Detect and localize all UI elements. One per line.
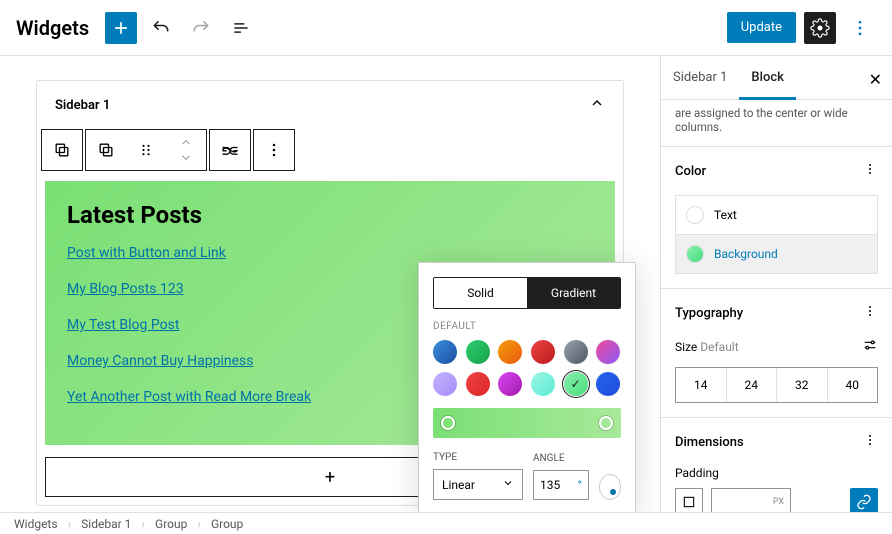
padding-sides-button[interactable]: [675, 488, 703, 512]
post-link[interactable]: Post with Button and Link: [67, 245, 593, 261]
padding-label: Padding: [675, 466, 878, 480]
gradient-swatch[interactable]: [564, 372, 588, 396]
gradient-swatch[interactable]: [498, 340, 522, 364]
page-title: Widgets: [16, 16, 89, 40]
padding-input[interactable]: PX: [711, 488, 791, 512]
dimensions-panel-title: Dimensions: [675, 435, 744, 450]
gradient-tab[interactable]: Gradient: [527, 278, 620, 308]
list-view-button[interactable]: [225, 12, 257, 44]
close-sidebar-button[interactable]: ✕: [869, 70, 882, 89]
more-icon[interactable]: [862, 161, 878, 181]
widget-area-title: Sidebar 1: [55, 98, 110, 113]
settings-button[interactable]: [804, 12, 836, 44]
more-icon[interactable]: [862, 303, 878, 323]
move-up-down-button[interactable]: [166, 130, 206, 170]
block-heading: Latest Posts: [67, 201, 593, 229]
solid-tab[interactable]: Solid: [434, 278, 527, 308]
tab-sidebar[interactable]: Sidebar 1: [661, 56, 739, 99]
link-sides-button[interactable]: [850, 488, 878, 512]
gradient-swatch[interactable]: [466, 372, 490, 396]
swatch-group-label: DEFAULT: [433, 321, 621, 332]
typography-panel-title: Typography: [675, 306, 743, 321]
text-color-row[interactable]: Text: [675, 195, 878, 235]
color-popover: Solid Gradient DEFAULT TYPE Linear ANGLE…: [418, 262, 636, 512]
font-size-option[interactable]: 14: [676, 368, 726, 402]
gradient-swatch[interactable]: [498, 372, 522, 396]
block-description: are assigned to the center or wide colum…: [661, 100, 892, 147]
color-indicator: [686, 206, 704, 224]
group-parent-button[interactable]: [86, 130, 126, 170]
gradient-swatch[interactable]: [531, 372, 555, 396]
breadcrumb-item[interactable]: Widgets: [14, 517, 58, 531]
breadcrumb: Widgets› Sidebar 1› Group› Group: [0, 512, 892, 534]
gradient-swatch[interactable]: [596, 372, 620, 396]
font-size-option[interactable]: 32: [776, 368, 827, 402]
more-button[interactable]: [254, 130, 294, 170]
gradient-swatch[interactable]: [531, 340, 555, 364]
update-button[interactable]: Update: [727, 12, 796, 43]
align-button[interactable]: [210, 130, 250, 170]
color-indicator: [686, 245, 704, 263]
gradient-stop-end[interactable]: [599, 416, 613, 430]
gradient-swatch[interactable]: [596, 340, 620, 364]
drag-handle[interactable]: [126, 130, 166, 170]
chevron-up-icon[interactable]: [589, 95, 605, 115]
gradient-swatch[interactable]: [433, 340, 457, 364]
font-size-option[interactable]: 24: [726, 368, 777, 402]
options-button[interactable]: [844, 12, 876, 44]
redo-button[interactable]: [185, 12, 217, 44]
angle-picker[interactable]: [599, 474, 621, 500]
angle-label: ANGLE: [533, 453, 589, 464]
font-size-option[interactable]: 40: [827, 368, 878, 402]
gradient-type-select[interactable]: Linear: [433, 469, 523, 500]
gradient-swatch[interactable]: [564, 340, 588, 364]
undo-button[interactable]: [145, 12, 177, 44]
color-panel-title: Color: [675, 164, 706, 179]
block-type-button[interactable]: [42, 130, 82, 170]
tab-block[interactable]: Block: [739, 56, 795, 100]
gradient-swatch[interactable]: [433, 372, 457, 396]
gradient-stop-start[interactable]: [441, 416, 455, 430]
breadcrumb-item[interactable]: Sidebar 1: [81, 517, 131, 531]
breadcrumb-item[interactable]: Group: [211, 517, 243, 531]
gradient-swatch[interactable]: [466, 340, 490, 364]
breadcrumb-item[interactable]: Group: [155, 517, 187, 531]
add-block-button[interactable]: [105, 12, 137, 44]
background-color-row[interactable]: Background: [675, 235, 878, 274]
more-icon[interactable]: [862, 432, 878, 452]
custom-size-icon[interactable]: [862, 337, 878, 357]
gradient-bar[interactable]: [433, 408, 621, 438]
angle-input[interactable]: 135°: [533, 470, 589, 500]
type-label: TYPE: [433, 452, 523, 463]
